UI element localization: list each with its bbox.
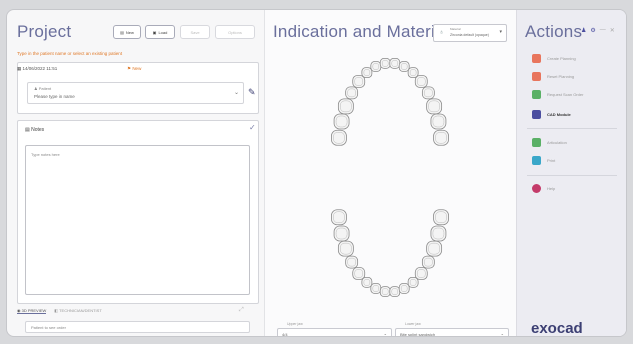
chevron-down-icon: ⌄ [500,331,504,336]
check-icon[interactable]: ✓ [249,123,256,132]
articulation-icon [532,138,541,147]
load-icon: ▣ [152,29,157,35]
divider [527,175,617,176]
tooth[interactable] [433,129,449,146]
tooth[interactable] [398,283,410,294]
chevron-down-icon: ⌄ [383,331,387,336]
tooth[interactable] [345,86,359,100]
settings-icon[interactable]: ⚙ [590,27,595,34]
load-button[interactable]: ▣ Load [145,25,175,39]
new-button[interactable]: ▤ New [113,25,141,39]
tag-icon: ⚑ [127,66,132,71]
action-cad-module[interactable]: CAD Module [532,110,571,119]
action-articulation[interactable]: Articulation [532,138,567,147]
warning-text: Type in the patient name or select an ex… [17,51,123,56]
help-icon [532,184,541,193]
action-help[interactable]: Help [532,184,555,193]
action-print[interactable]: Print [532,156,555,165]
scan-order-icon [532,90,541,99]
edit-patient-icon[interactable]: ✎ [248,87,256,98]
tooth[interactable] [337,98,354,115]
patient-label: ♟ Patient [34,86,52,91]
lower-jaw-label: Lower jaw [405,322,421,326]
date-row: ▦ 14/06/2022 11:51 [17,66,58,71]
lower-jaw-select[interactable]: Bite splint sandwich ⌄ [395,328,509,336]
patient-field[interactable]: ♟ Patient Please type in name ⌄ [27,82,244,104]
tab-technician[interactable]: ◧ TECHNICIAN/DENTIST [54,308,102,314]
tooth[interactable] [421,255,435,269]
tooth[interactable] [379,57,391,69]
action-request-scan[interactable]: Request Scan Order [532,90,583,99]
tooth[interactable] [331,209,347,226]
preview-tabs: ◉ 3D PREVIEW ◧ TECHNICIAN/DENTIST [17,308,102,314]
tooth[interactable] [361,67,373,78]
actions-panel: Actions ♟ ⚙ — ✕ Create Planning Reset Pl… [516,10,626,337]
expand-icon[interactable]: ⤢ [239,307,244,314]
tooth[interactable] [433,209,449,226]
new-icon: ▤ [120,29,124,35]
print-icon [532,156,541,165]
upper-jaw-label: Upper jaw [287,322,303,326]
cad-tooth-icon [532,110,541,119]
tooth[interactable] [337,240,354,257]
project-panel: Project ▤ New ▣ Load Save Options Type in … [7,10,265,336]
minimize-icon[interactable]: — [600,27,606,34]
tooth[interactable] [426,98,443,115]
tooth[interactable] [426,240,443,257]
save-button[interactable]: Save [180,25,210,39]
tooth[interactable] [345,255,359,269]
calendar-icon: ▦ [17,66,22,71]
options-button[interactable]: Options [215,25,255,39]
chevron-down-icon: ▾ [499,29,502,35]
tooth[interactable] [389,286,401,298]
notes-textarea[interactable]: Type notes here [25,145,250,295]
tooth[interactable] [407,67,419,78]
tooth[interactable] [398,61,410,72]
tooth-chart[interactable] [265,40,516,330]
person-icon: ♟ [34,86,38,91]
tooth[interactable] [333,113,350,130]
action-reset-planning[interactable]: Reset Planning [532,72,574,81]
patient-placeholder: Please type in name [34,94,75,99]
person-icon[interactable]: ♟ [581,27,586,34]
tooth[interactable] [407,277,419,288]
tooth[interactable] [430,113,447,130]
exocad-logo: exocad [531,320,583,337]
upper-jaw-select[interactable]: 4/4 ⌄ [277,328,392,336]
tooth[interactable] [352,75,366,88]
tooth[interactable] [333,225,350,242]
tooth[interactable] [370,61,382,72]
divider [527,128,617,129]
reset-planning-icon [532,72,541,81]
order-field[interactable]: Patient to see order [25,321,250,333]
chevron-down-icon[interactable]: ⌄ [234,89,239,96]
notes-icon: ▤ [25,127,30,133]
tooth[interactable] [414,75,428,88]
app-window: Project ▤ New ▣ Load Save Options Type in … [6,9,627,337]
notes-label: ▤ Notes [25,127,45,133]
action-create-planning[interactable]: Create Planning [532,54,576,63]
indication-panel: Indication and Materials ♁ Material Zirc… [265,10,516,336]
actions-title: Actions [525,22,583,41]
tooth-icon: ♁ [439,29,445,36]
tooth[interactable] [379,286,391,298]
page-title: Project [17,22,72,41]
close-icon[interactable]: ✕ [610,27,615,34]
tab-3d-preview[interactable]: ◉ 3D PREVIEW [17,308,47,314]
tooth[interactable] [430,225,447,242]
window-controls: ♟ ⚙ — ✕ [581,27,615,34]
indication-title: Indication and Materials [273,22,458,41]
new-tag: ⚑ New [127,66,142,71]
tooth[interactable] [331,129,347,146]
tooth[interactable] [389,57,401,69]
create-planning-icon [532,54,541,63]
tooth[interactable] [414,267,428,280]
tooth[interactable] [361,277,373,288]
tooth[interactable] [421,86,435,100]
tooth[interactable] [352,267,366,280]
tooth[interactable] [370,283,382,294]
